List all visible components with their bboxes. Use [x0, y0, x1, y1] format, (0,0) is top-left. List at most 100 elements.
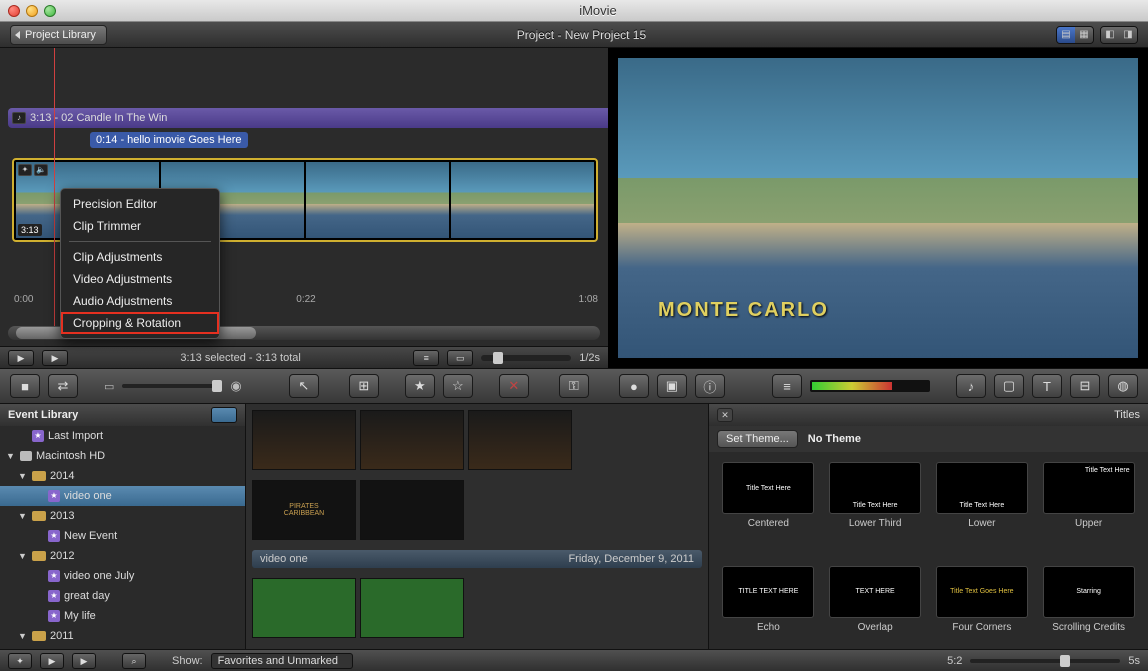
unfavorite-button[interactable]: ☆	[443, 374, 473, 398]
upper-area: ♪ 3:13 - 02 Candle In The Win 0:14 - hel…	[0, 48, 1148, 368]
tree-row[interactable]: ▼2012	[0, 546, 245, 566]
event-tree[interactable]: ★Last Import▼Macintosh HD▼2014★video one…	[0, 426, 245, 671]
import-camera-button[interactable]: ■	[10, 374, 40, 398]
close-icon[interactable]	[8, 5, 20, 17]
reject-button[interactable]: ✕	[499, 374, 529, 398]
layout-icon[interactable]: ▤	[1057, 27, 1075, 43]
layout-icon[interactable]: ▦	[1075, 27, 1093, 43]
tree-row[interactable]: ▼2013	[0, 506, 245, 526]
tree-row[interactable]: ▼2011	[0, 626, 245, 646]
tree-row[interactable]: ★video one July	[0, 566, 245, 586]
play-start-button[interactable]: ▶	[8, 350, 34, 366]
event-thumb[interactable]	[360, 578, 464, 638]
title-cell[interactable]: StarringScrolling Credits	[1039, 566, 1138, 662]
play-fullscreen-button[interactable]: ▶	[40, 653, 64, 669]
disclosure-icon[interactable]: ▼	[6, 451, 16, 461]
title-cell[interactable]: Title Text HereCentered	[719, 462, 818, 558]
ctx-audio-adjustments[interactable]: Audio Adjustments	[61, 290, 219, 312]
event-thumb[interactable]	[468, 410, 572, 470]
tree-row[interactable]: ★great day	[0, 586, 245, 606]
transitions-browser-button[interactable]: ⊟	[1070, 374, 1100, 398]
thumb-size-button[interactable]: ▭	[447, 350, 473, 366]
traffic-lights	[8, 5, 56, 17]
play-button[interactable]: ▶	[72, 653, 96, 669]
disclosure-icon[interactable]: ▼	[18, 551, 28, 561]
tree-row[interactable]: ★Last Import	[0, 426, 245, 446]
favorite-button[interactable]: ★	[405, 374, 435, 398]
audio-waveform-button[interactable]: ≡	[772, 374, 802, 398]
project-library-button[interactable]: Project Library	[10, 25, 107, 45]
disk-icon	[20, 451, 32, 461]
crop-button[interactable]: ▣	[657, 374, 687, 398]
tree-row[interactable]: ★video one	[0, 486, 245, 506]
titles-browser-button[interactable]: T	[1032, 374, 1062, 398]
arrow-tool-button[interactable]: ↖	[289, 374, 319, 398]
tree-row[interactable]: ★My life	[0, 606, 245, 626]
title-label: Overlap	[858, 622, 893, 633]
ctx-clip-adjustments[interactable]: Clip Adjustments	[61, 246, 219, 268]
swap-panes-button[interactable]: ⇄	[48, 374, 78, 398]
waveform-button[interactable]: ≡	[413, 350, 439, 366]
disclosure-icon[interactable]: ▼	[18, 471, 28, 481]
ctx-clip-trimmer[interactable]: Clip Trimmer	[61, 215, 219, 237]
tree-row-label: Last Import	[48, 430, 103, 442]
photo-browser-button[interactable]: ▢	[994, 374, 1024, 398]
zoom-slider[interactable]	[481, 355, 571, 361]
disclosure-icon[interactable]: ▼	[18, 511, 28, 521]
hd-toggle-button[interactable]	[211, 407, 237, 423]
tree-row[interactable]: ▼Macintosh HD	[0, 446, 245, 466]
tree-row-label: video one July	[64, 570, 134, 582]
search-button[interactable]: ⌕	[122, 653, 146, 669]
title-cell[interactable]: Title Text Goes HereFour Corners	[933, 566, 1032, 662]
titles-grid[interactable]: Title Text HereCenteredTitle Text HereLo…	[709, 452, 1148, 671]
title-cell[interactable]: Title Text HereLower Third	[826, 462, 925, 558]
title-cell[interactable]: Title Text HereLower	[933, 462, 1032, 558]
playhead[interactable]	[54, 48, 55, 326]
keyword-button[interactable]: ⚿	[559, 374, 589, 398]
set-theme-button[interactable]: Set Theme...	[717, 430, 798, 448]
clip-thumb[interactable]	[451, 162, 594, 238]
event-library-title: Event Library	[8, 409, 78, 421]
zoom-icon[interactable]	[44, 5, 56, 17]
event-thumb[interactable]	[360, 410, 464, 470]
event-thumb[interactable]	[360, 480, 464, 540]
voiceover-button[interactable]: ●	[619, 374, 649, 398]
audio-clip[interactable]: ♪ 3:13 - 02 Candle In The Win	[8, 108, 608, 128]
swap-icon[interactable]: ◨	[1119, 27, 1137, 43]
ctx-precision-editor[interactable]: Precision Editor	[61, 193, 219, 215]
maps-browser-button[interactable]: ◍	[1108, 374, 1138, 398]
swap-icon[interactable]: ◧	[1101, 27, 1119, 43]
theme-name: No Theme	[808, 433, 861, 445]
event-thumb[interactable]	[252, 410, 356, 470]
play-button[interactable]: ▶	[42, 350, 68, 366]
disclosure-icon[interactable]: ▼	[18, 631, 28, 641]
show-filter-select[interactable]: Favorites and Unmarked	[211, 653, 353, 669]
event-thumb[interactable]: PIRATESCARIBBEAN	[252, 480, 356, 540]
ctx-video-adjustments[interactable]: Video Adjustments	[61, 268, 219, 290]
music-browser-button[interactable]: ♪	[956, 374, 986, 398]
close-panel-button[interactable]: ✕	[717, 408, 733, 422]
text-overlay-badge[interactable]: 0:14 - hello imovie Goes Here	[90, 132, 248, 148]
event-thumb[interactable]	[252, 578, 356, 638]
person-icon[interactable]: ◉	[230, 378, 241, 394]
title-cell[interactable]: TITLE TEXT HEREEcho	[719, 566, 818, 662]
duration-slider[interactable]	[970, 659, 1120, 663]
ruler-tick: 0:00	[14, 294, 33, 305]
minimize-icon[interactable]	[26, 5, 38, 17]
ctx-cropping-rotation[interactable]: Cropping & Rotation	[61, 312, 219, 334]
thumb-size-slider[interactable]	[122, 384, 222, 388]
title-cell[interactable]: Title Text HereUpper	[1039, 462, 1138, 558]
speaker-icon[interactable]: 🔈	[34, 164, 48, 176]
transition-button[interactable]: ⊞	[349, 374, 379, 398]
title-label: Scrolling Credits	[1052, 622, 1125, 633]
title-cell[interactable]: TEXT HEREOverlap	[826, 566, 925, 662]
inspector-button[interactable]: ⓘ	[695, 374, 725, 398]
swap-segmented[interactable]: ◧ ◨	[1100, 26, 1138, 44]
layout-segmented[interactable]: ▤ ▦	[1056, 26, 1094, 44]
keyword-marker-button[interactable]: ✦	[8, 653, 32, 669]
clip-thumb[interactable]	[306, 162, 449, 238]
tree-row[interactable]: ★New Event	[0, 526, 245, 546]
tree-row[interactable]: ▼2014	[0, 466, 245, 486]
event-browser[interactable]: PIRATESCARIBBEAN video one Friday, Decem…	[246, 404, 708, 671]
gear-icon[interactable]: ✦	[18, 164, 32, 176]
